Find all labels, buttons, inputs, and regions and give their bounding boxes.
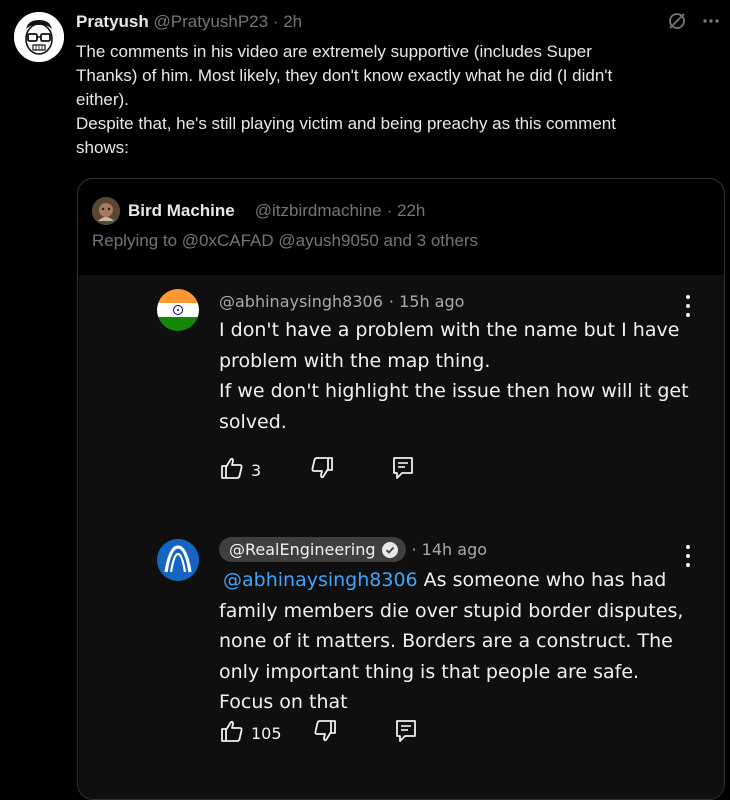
yt-comment-line: none of it matters. Borders are a constr…	[219, 630, 673, 652]
tweet-line: Thanks) of him. Most likely, they don't …	[76, 66, 613, 85]
author-handle[interactable]: @PratyushP23	[153, 12, 268, 31]
quoted-tweet-card[interactable]: Bird Machine @itzbirdmachine · 22h Reply…	[77, 178, 725, 800]
yt-comment-meta: @abhinaysingh8306 · 15h ago	[219, 292, 464, 311]
yt-comment-author: @RealEngineering	[229, 540, 376, 559]
tweet-line: either).	[76, 90, 129, 109]
dislike-button[interactable]	[309, 455, 335, 485]
yt-comment-line-text: As someone who has had	[417, 569, 667, 591]
quoted-author-avatar[interactable]	[92, 197, 120, 225]
yt-comment-line: If we don't highlight the issue then how…	[219, 380, 689, 402]
tweet-line: Despite that, he's still playing victim …	[76, 114, 616, 133]
reply-comment-icon	[394, 718, 418, 748]
tweet-line: shows:	[76, 138, 129, 157]
mention-link[interactable]: @abhinaysingh8306	[223, 569, 418, 591]
quoted-tweet-header: Bird Machine @itzbirdmachine · 22h	[92, 197, 425, 225]
author-avatar[interactable]	[14, 12, 64, 62]
yt-comment-text: I don't have a problem with the name but…	[219, 315, 689, 437]
thumbs-down-icon	[309, 455, 335, 485]
yt-comment-line: I don't have a problem with the name but…	[219, 319, 680, 341]
yt-comment-line: problem with the map thing.	[219, 349, 491, 372]
yt-comment-line: Focus on that	[219, 691, 348, 713]
like-count: 105	[251, 723, 282, 743]
thumbs-up-icon	[219, 718, 245, 748]
thumbs-down-icon	[312, 718, 338, 748]
real-engineering-avatar	[157, 539, 199, 581]
reply-button[interactable]	[391, 455, 415, 485]
yt-comment-time: · 14h ago	[411, 540, 488, 559]
yt-comment-time: · 15h ago	[388, 292, 465, 311]
tweet-time[interactable]: · 2h	[273, 12, 302, 31]
creator-author-chip[interactable]: @RealEngineering	[219, 537, 406, 562]
like-button[interactable]: 3	[219, 455, 261, 485]
like-button[interactable]: 105	[219, 718, 282, 748]
replying-to-text: Replying to @0xCAFAD @ayush9050 and 3 ot…	[92, 231, 479, 250]
quoted-author-handle[interactable]: @itzbirdmachine	[255, 201, 382, 221]
tweet-header: Pratyush @PratyushP23 · 2h	[76, 12, 302, 32]
yt-comment-line: solved.	[219, 410, 287, 433]
india-flag-avatar	[157, 289, 199, 331]
yt-comment-line: family members die over stupid border di…	[219, 599, 684, 622]
yt-comment-line: only important thing is that people are …	[219, 660, 640, 683]
quoted-author-name[interactable]: Bird Machine	[128, 201, 235, 221]
reply-comment-icon	[391, 455, 415, 485]
thumbs-up-icon	[219, 455, 245, 485]
grok-icon[interactable]	[666, 10, 688, 32]
yt-comment-author[interactable]: @abhinaysingh8306	[219, 292, 383, 311]
reply-button[interactable]	[394, 718, 418, 748]
youtube-comments-image[interactable]: @abhinaysingh8306 · 15h ago I don't have…	[79, 275, 724, 799]
yt-comment-line: @abhinaysingh8306 As someone who has had	[219, 565, 689, 596]
yt-comment-actions: 105	[219, 718, 418, 748]
dislike-button[interactable]	[312, 718, 338, 748]
tweet-text: The comments in his video are extremely …	[76, 40, 716, 160]
verified-check-icon	[381, 541, 398, 558]
yt-comment-text: @abhinaysingh8306 As someone who has had…	[219, 565, 689, 718]
more-horizontal-icon[interactable]	[700, 10, 722, 32]
yt-comment-actions: 3	[219, 455, 415, 485]
tweet-line: The comments in his video are extremely …	[76, 42, 592, 61]
like-count: 3	[251, 460, 262, 480]
yt-comment-meta: @RealEngineering · 14h ago	[219, 537, 487, 562]
author-name[interactable]: Pratyush	[76, 12, 149, 31]
quoted-tweet-time[interactable]: · 22h	[387, 201, 426, 221]
tweet-top-actions	[666, 10, 722, 32]
